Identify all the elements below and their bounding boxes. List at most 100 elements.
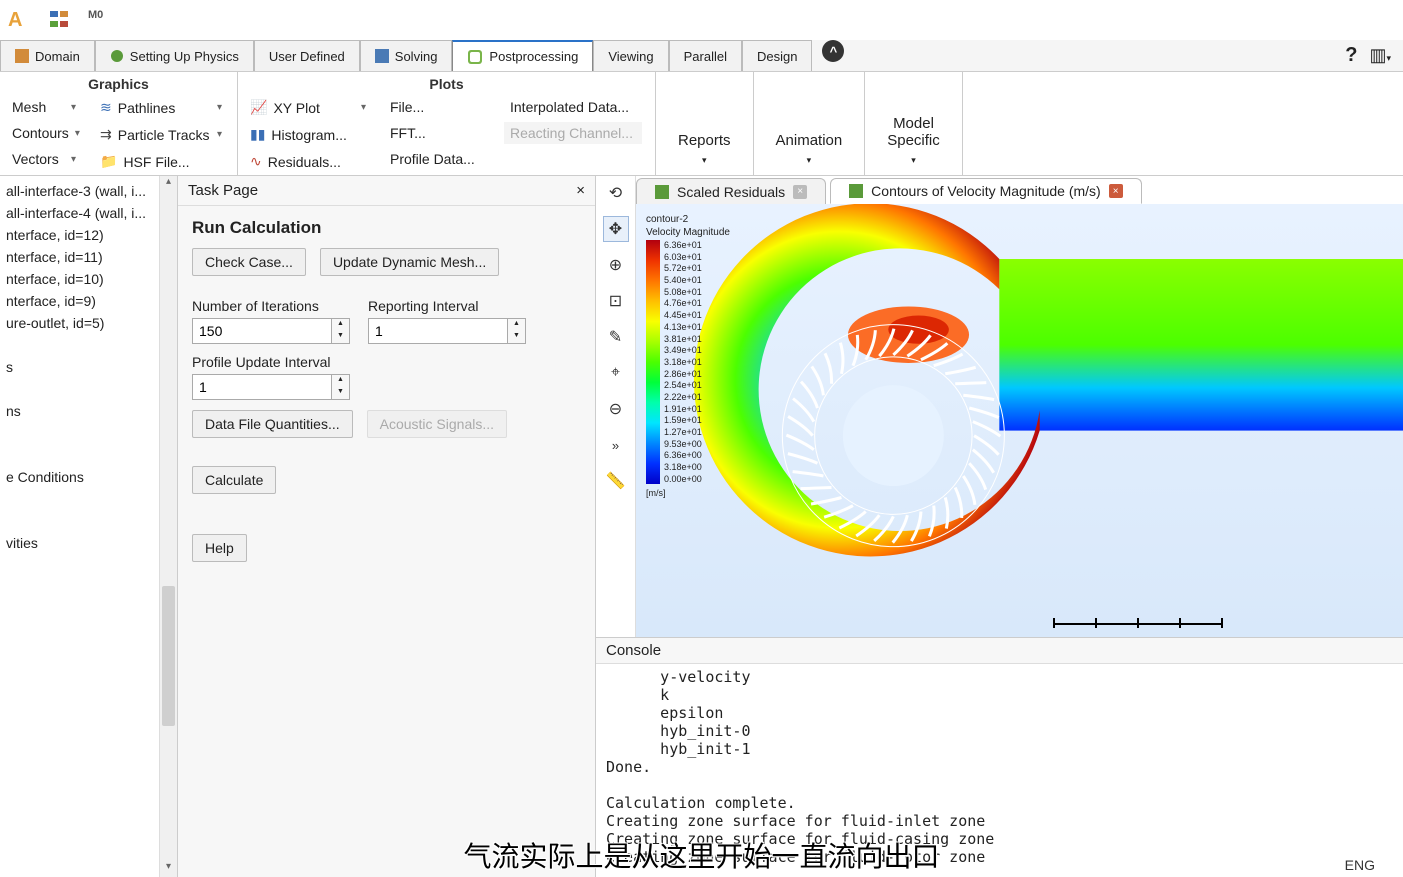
graphics-hsf-file[interactable]: 📁HSF File... xyxy=(94,150,228,173)
calculate-button[interactable]: Calculate xyxy=(192,466,276,494)
legend-value: 1.59e+01 xyxy=(664,415,702,425)
profile-update-interval-label: Profile Update Interval xyxy=(192,354,581,370)
graphics-canvas[interactable]: contour-2 Velocity Magnitude 6.36e+016.0… xyxy=(636,204,1403,637)
tab-parallel[interactable]: Parallel xyxy=(669,40,742,71)
color-legend: contour-2 Velocity Magnitude 6.36e+016.0… xyxy=(646,214,730,498)
help-icon[interactable]: ? xyxy=(1345,44,1357,67)
zoom-out-icon[interactable]: ⊖ xyxy=(603,396,629,422)
contour-icon xyxy=(849,184,863,198)
tree-scrollbar[interactable]: ▴ ▾ xyxy=(159,176,177,877)
tab-velocity-contours[interactable]: Contours of Velocity Magnitude (m/s) × xyxy=(830,178,1142,204)
num-iterations-spinner[interactable]: ▲▼ xyxy=(332,318,350,344)
pan-icon[interactable]: ✥ xyxy=(603,216,629,242)
data-file-quantities-button[interactable]: Data File Quantities... xyxy=(192,410,353,438)
plots-xy-plot[interactable]: 📈XY Plot▾ xyxy=(244,96,372,119)
scroll-thumb[interactable] xyxy=(162,586,175,726)
tree-item[interactable]: ure-outlet, id=5) xyxy=(0,312,177,334)
plots-profile-data[interactable]: Profile Data... xyxy=(384,148,492,170)
collapse-ribbon-button[interactable]: ^ xyxy=(822,40,844,62)
legend-value: 9.53e+00 xyxy=(664,439,702,449)
app-icon-a[interactable]: A xyxy=(8,9,30,31)
reports-button[interactable]: Reports▾ xyxy=(656,72,753,172)
tree-item[interactable]: ns xyxy=(0,400,177,422)
fit-icon[interactable]: ⌖ xyxy=(603,360,629,386)
legend-value: 4.76e+01 xyxy=(664,298,702,308)
probe-icon[interactable]: ✎ xyxy=(603,324,629,350)
zoom-in-icon[interactable]: ⊕ xyxy=(603,252,629,278)
tab-scaled-residuals[interactable]: Scaled Residuals × xyxy=(636,178,826,204)
tree-item[interactable] xyxy=(0,488,177,510)
plots-fft[interactable]: FFT... xyxy=(384,122,492,144)
pathlines-icon: ≋ xyxy=(100,99,112,116)
legend-value: 6.36e+01 xyxy=(664,240,702,250)
rotate-icon[interactable]: ⟲ xyxy=(603,180,629,206)
particle-icon: ⇉ xyxy=(100,126,112,143)
layout-icon[interactable]: ▥▾ xyxy=(1369,45,1391,66)
histogram-icon: ▮▮ xyxy=(250,126,265,143)
graphics-mesh[interactable]: Mesh▾ xyxy=(6,96,82,118)
scale-bar xyxy=(1053,619,1223,629)
plots-interpolated-data[interactable]: Interpolated Data... xyxy=(504,96,642,118)
tab-viewing[interactable]: Viewing xyxy=(593,40,668,71)
tree-item[interactable] xyxy=(0,510,177,532)
tree-item[interactable]: nterface, id=9) xyxy=(0,290,177,312)
quick-access-toolbar: A M0 xyxy=(0,0,1403,40)
run-calculation-heading: Run Calculation xyxy=(192,218,581,238)
plots-residuals[interactable]: ∿Residuals... xyxy=(244,150,372,173)
tree-item[interactable]: all-interface-4 (wall, i... xyxy=(0,202,177,224)
outline-tree[interactable]: all-interface-3 (wall, i...all-interface… xyxy=(0,176,178,877)
tab-physics[interactable]: Setting Up Physics xyxy=(95,40,254,71)
tree-item[interactable] xyxy=(0,378,177,400)
tree-item[interactable] xyxy=(0,334,177,356)
plots-file[interactable]: File... xyxy=(384,96,492,118)
graphics-pathlines[interactable]: ≋Pathlines▾ xyxy=(94,96,228,119)
task-page-title: Task Page xyxy=(188,182,258,199)
video-subtitle: 气流实际上是从这里开始一直流向出口 xyxy=(0,835,1403,875)
legend-value: 6.03e+01 xyxy=(664,252,702,262)
model-specific-button[interactable]: Model Specific▾ xyxy=(865,72,962,172)
num-iterations-input[interactable] xyxy=(192,318,332,344)
graphics-vectors[interactable]: Vectors▾ xyxy=(6,148,82,170)
tab-design[interactable]: Design xyxy=(742,40,812,71)
graphics-particle-tracks[interactable]: ⇉Particle Tracks▾ xyxy=(94,123,228,146)
task-page-close-button[interactable]: × xyxy=(576,182,585,199)
acoustic-signals-button: Acoustic Signals... xyxy=(367,410,507,438)
tab-domain[interactable]: Domain xyxy=(0,40,95,71)
tree-item[interactable]: s xyxy=(0,356,177,378)
app-icon-tools[interactable] xyxy=(48,9,70,31)
tree-item[interactable] xyxy=(0,444,177,466)
animation-button[interactable]: Animation▾ xyxy=(754,72,865,172)
close-tab-residuals[interactable]: × xyxy=(793,185,807,199)
tab-solving[interactable]: Solving xyxy=(360,40,453,71)
tree-item[interactable]: all-interface-3 (wall, i... xyxy=(0,180,177,202)
tree-item[interactable] xyxy=(0,422,177,444)
graphics-contours[interactable]: Contours▾ xyxy=(6,122,82,144)
help-button[interactable]: Help xyxy=(192,534,247,562)
graphics-toolbar: ⟲ ✥ ⊕ ⊡ ✎ ⌖ ⊖ » 📏 xyxy=(596,176,636,637)
tree-item[interactable]: e Conditions xyxy=(0,466,177,488)
tab-user-defined[interactable]: User Defined xyxy=(254,40,360,71)
zoom-box-icon[interactable]: ⊡ xyxy=(603,288,629,314)
tree-item[interactable]: vities xyxy=(0,532,177,554)
legend-value: 6.36e+00 xyxy=(664,450,702,460)
tree-item[interactable]: nterface, id=11) xyxy=(0,246,177,268)
profile-update-interval-input[interactable] xyxy=(192,374,332,400)
plots-histogram[interactable]: ▮▮Histogram... xyxy=(244,123,372,146)
app-icon-m0[interactable]: M0 xyxy=(88,9,110,31)
legend-value: 3.18e+00 xyxy=(664,462,702,472)
tree-item[interactable]: nterface, id=12) xyxy=(0,224,177,246)
tree-item[interactable]: nterface, id=10) xyxy=(0,268,177,290)
update-dynamic-mesh-button[interactable]: Update Dynamic Mesh... xyxy=(320,248,499,276)
more-icon[interactable]: » xyxy=(603,432,629,458)
legend-value: 1.27e+01 xyxy=(664,427,702,437)
reporting-interval-input[interactable] xyxy=(368,318,508,344)
scroll-up-icon[interactable]: ▴ xyxy=(160,176,177,192)
check-case-button[interactable]: Check Case... xyxy=(192,248,306,276)
ruler-icon[interactable]: 📏 xyxy=(603,468,629,494)
profile-update-interval-spinner[interactable]: ▲▼ xyxy=(332,374,350,400)
close-tab-contours[interactable]: × xyxy=(1109,184,1123,198)
reporting-interval-spinner[interactable]: ▲▼ xyxy=(508,318,526,344)
legend-gradient xyxy=(646,240,660,484)
task-page: Task Page × Run Calculation Check Case..… xyxy=(178,176,596,877)
tab-postprocessing[interactable]: Postprocessing xyxy=(452,40,593,71)
